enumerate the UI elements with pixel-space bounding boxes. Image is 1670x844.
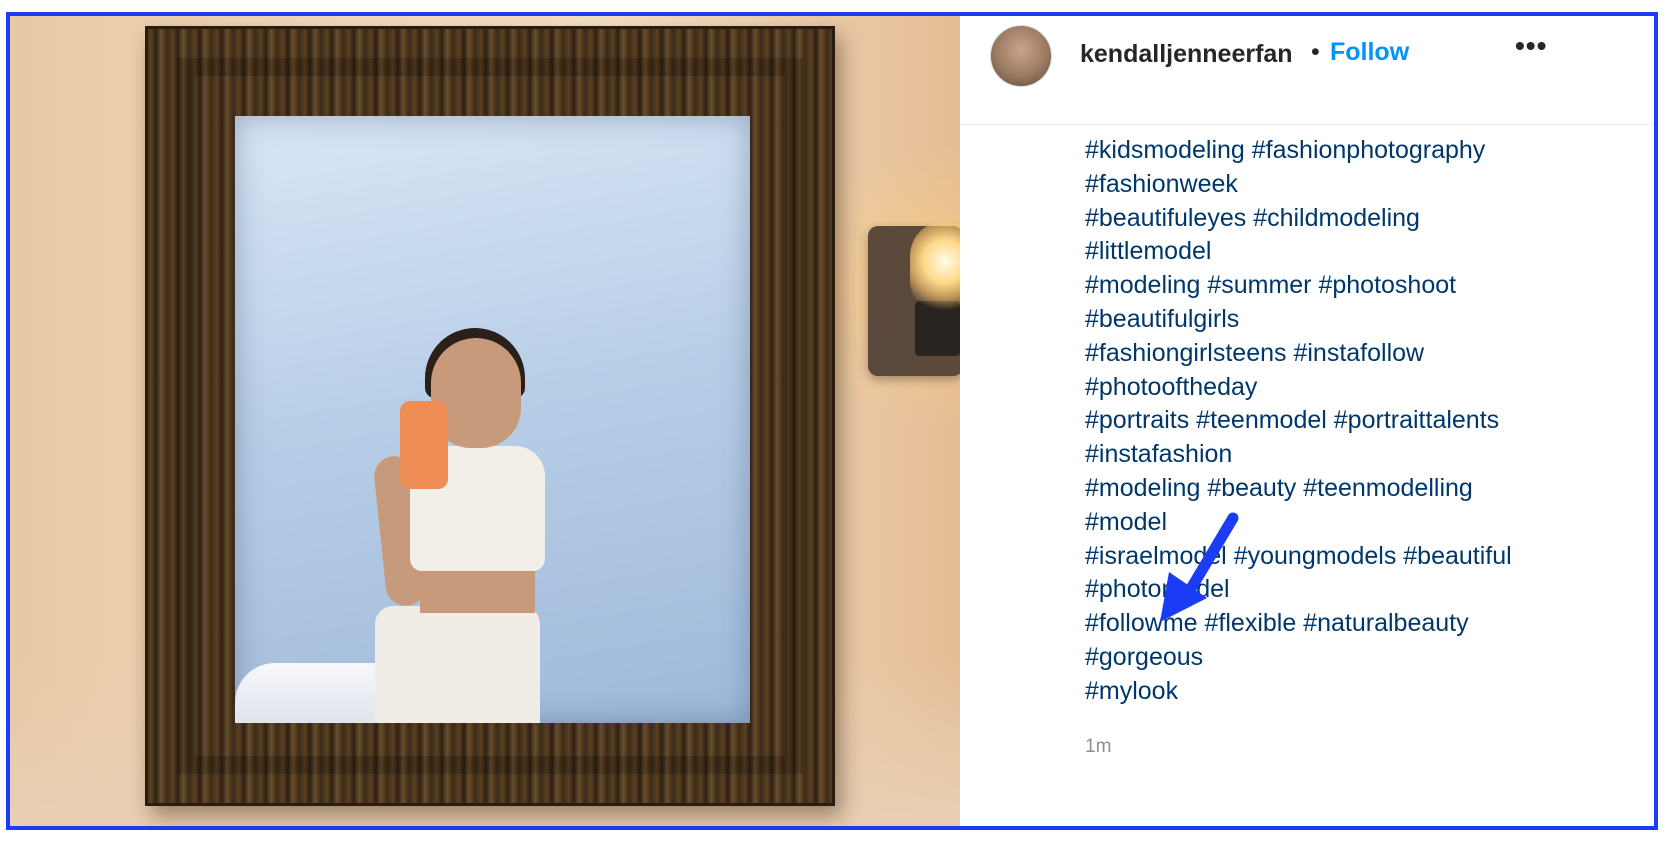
hashtag-link[interactable]: #kidsmodeling: [1085, 136, 1245, 164]
follow-button[interactable]: Follow: [1330, 38, 1409, 67]
caption-line: #photooftheday: [1085, 371, 1645, 405]
caption-line: #modeling #beauty #teenmodelling: [1085, 472, 1645, 506]
caption-line: #gorgeous: [1085, 641, 1645, 675]
hashtag-link[interactable]: #beautiful: [1403, 542, 1511, 570]
hashtag-link[interactable]: #beautifulgirls: [1085, 305, 1239, 333]
hashtag-link[interactable]: #beautifuleyes: [1085, 204, 1246, 232]
hashtag-link[interactable]: #modeling: [1085, 474, 1200, 502]
hashtag-link[interactable]: #modeling: [1085, 271, 1200, 299]
mirror-reflection: [235, 116, 750, 723]
hashtag-link[interactable]: #beauty: [1207, 474, 1296, 502]
caption-line: #kidsmodeling #fashionphotography: [1085, 134, 1645, 168]
hashtag-link[interactable]: #portraits: [1085, 406, 1189, 434]
hashtag-link[interactable]: #fashiongirlsteens: [1085, 339, 1287, 367]
caption-line: #portraits #teenmodel #portraittalents: [1085, 404, 1645, 438]
hashtag-link[interactable]: #littlemodel: [1085, 237, 1211, 265]
hashtag-link[interactable]: #photoshoot: [1318, 271, 1456, 299]
hashtag-link[interactable]: #teenmodelling: [1303, 474, 1473, 502]
hashtag-link[interactable]: #portraittalents: [1334, 406, 1499, 434]
post-timestamp[interactable]: 1m: [1085, 736, 1111, 758]
hashtag-link[interactable]: #gorgeous: [1085, 643, 1203, 671]
more-options-icon[interactable]: •••: [1515, 30, 1547, 62]
hashtag-link[interactable]: #instafollow: [1293, 339, 1424, 367]
hashtag-link[interactable]: #youngmodels: [1234, 542, 1397, 570]
caption-line: #fashiongirlsteens #instafollow: [1085, 337, 1645, 371]
separator-dot: •: [1311, 38, 1320, 66]
hashtag-link[interactable]: #instafashion: [1085, 440, 1232, 468]
hashtag-link[interactable]: #mylook: [1085, 677, 1178, 705]
caption-line: #mylook: [1085, 675, 1645, 709]
hashtag-link[interactable]: #fashionphotography: [1252, 136, 1486, 164]
hashtag-link[interactable]: #childmodeling: [1253, 204, 1420, 232]
hashtag-link[interactable]: #photooftheday: [1085, 373, 1257, 401]
caption-line: #instafashion: [1085, 438, 1645, 472]
hashtag-link[interactable]: #naturalbeauty: [1303, 609, 1468, 637]
caption-line: #modeling #summer #photoshoot: [1085, 269, 1645, 303]
post-header: kendalljenneerfan • Follow •••: [960, 16, 1654, 125]
caption-line: #fashionweek: [1085, 168, 1645, 202]
hashtag-link[interactable]: #teenmodel: [1196, 406, 1327, 434]
phone: [400, 401, 448, 489]
hashtag-link[interactable]: #fashionweek: [1085, 170, 1238, 198]
username-link[interactable]: kendalljenneerfan: [1080, 40, 1293, 69]
hashtag-link[interactable]: #summer: [1207, 271, 1311, 299]
figure-torso: [420, 568, 535, 613]
avatar[interactable]: [990, 25, 1052, 87]
post-side-panel: kendalljenneerfan • Follow ••• #kidsmode…: [960, 16, 1654, 826]
post-photo[interactable]: [10, 16, 1013, 826]
caption-line: #beautifulgirls: [1085, 303, 1645, 337]
caption-line: #littlemodel: [1085, 235, 1645, 269]
arrow-annotation-icon: [1160, 512, 1239, 622]
figure-shorts: [375, 606, 540, 723]
caption-line: #beautifuleyes #childmodeling: [1085, 202, 1645, 236]
